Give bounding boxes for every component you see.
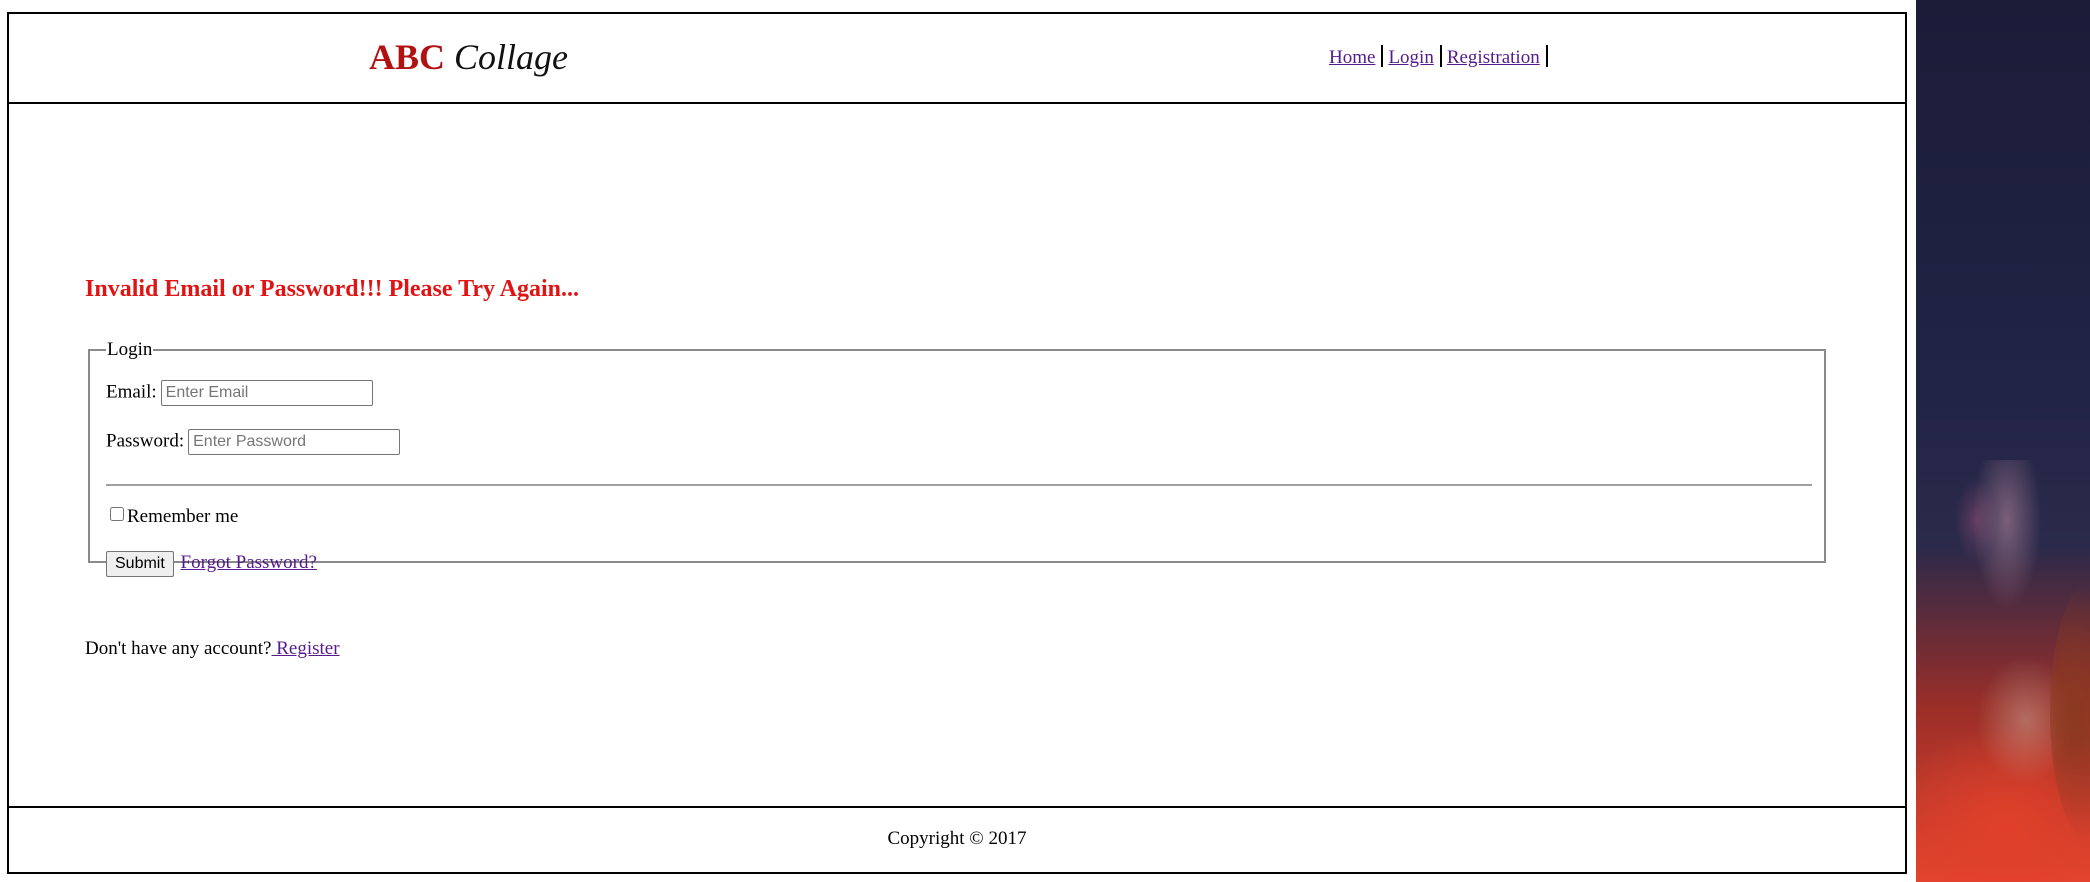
nav-separator: [1545, 45, 1548, 67]
password-label: Password:: [106, 430, 185, 452]
remember-me-checkbox[interactable]: [110, 507, 124, 521]
no-account-text: Don't have any account?: [85, 638, 272, 659]
wallpaper-hill: [2050, 582, 2090, 842]
login-fieldset: Login Email: Password: Remember me Submi…: [88, 339, 1826, 577]
wallpaper-figure: [1972, 460, 2042, 610]
page-container: ABC Collage Home Login Registration Invali…: [7, 12, 1907, 874]
no-account-prompt: Don't have any account? Register: [85, 638, 340, 660]
main-nav: Home Login Registration: [1329, 45, 1553, 69]
forgot-password-link[interactable]: Forgot Password?: [181, 552, 317, 573]
email-label: Email:: [106, 381, 157, 403]
password-field[interactable]: [188, 429, 401, 455]
form-divider: [106, 484, 1812, 486]
submit-row: Submit Forgot Password?: [106, 551, 317, 577]
login-legend: Login: [107, 339, 153, 360]
register-link[interactable]: Register: [271, 638, 339, 659]
email-row: Email:: [106, 380, 373, 406]
nav-registration-link[interactable]: Registration: [1447, 47, 1540, 68]
remember-row: Remember me: [110, 506, 238, 528]
main-content: Invalid Email or Password!!! Please Try …: [7, 102, 1907, 806]
logo-name: Collage: [454, 37, 569, 77]
submit-button[interactable]: Submit: [106, 551, 174, 577]
nav-home-link[interactable]: Home: [1329, 47, 1375, 68]
site-logo: ABC Collage: [369, 36, 568, 78]
password-row: Password:: [106, 429, 401, 455]
nav-separator: [1381, 45, 1384, 67]
email-field[interactable]: [160, 380, 373, 406]
background-wallpaper: [1916, 0, 2090, 882]
site-header: ABC Collage Home Login Registration: [7, 12, 1907, 104]
remember-me-label: Remember me: [127, 506, 239, 527]
logo-brand: ABC: [369, 37, 446, 77]
copyright-text: Copyright © 2017: [887, 828, 1027, 849]
nav-separator: [1439, 45, 1442, 67]
nav-login-link[interactable]: Login: [1388, 47, 1433, 68]
site-footer: Copyright © 2017: [7, 806, 1907, 874]
error-message: Invalid Email or Password!!! Please Try …: [85, 276, 580, 302]
